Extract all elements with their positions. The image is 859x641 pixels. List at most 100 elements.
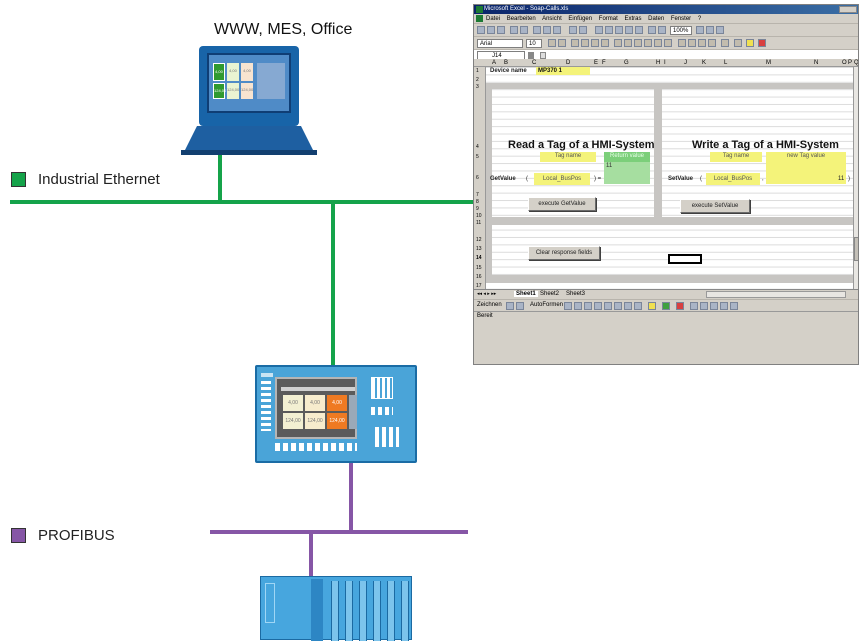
- col-header[interactable]: E: [594, 59, 598, 67]
- read-tag-name[interactable]: Local_BusPos: [534, 173, 590, 185]
- menu-item[interactable]: ?: [698, 16, 701, 22]
- decimal-dec-icon[interactable]: [708, 39, 716, 47]
- picture-icon[interactable]: [634, 302, 642, 310]
- decimal-inc-icon[interactable]: [698, 39, 706, 47]
- row-header[interactable]: 10: [476, 213, 482, 219]
- zoom-out-icon[interactable]: [706, 26, 714, 34]
- autoshapes-menu[interactable]: AutoFormen: [530, 302, 563, 308]
- row-header[interactable]: 3: [476, 84, 479, 90]
- row-header[interactable]: 16: [476, 274, 482, 280]
- col-header[interactable]: B: [504, 59, 508, 67]
- col-header[interactable]: A: [492, 59, 496, 67]
- menu-item[interactable]: Einfügen: [568, 16, 592, 22]
- arrow-icon[interactable]: [574, 302, 582, 310]
- fill-color-icon[interactable]: [746, 39, 754, 47]
- preview-icon[interactable]: [520, 26, 528, 34]
- font-select[interactable]: Arial: [477, 39, 523, 48]
- row-header[interactable]: 4: [476, 144, 479, 150]
- tab-sheet3[interactable]: Sheet3: [566, 291, 585, 297]
- col-header[interactable]: H: [656, 59, 660, 67]
- tab-nav-icon[interactable]: ◂◂ ◂ ▸ ▸▸: [477, 291, 496, 297]
- col-header[interactable]: I: [664, 59, 666, 67]
- textbox-icon[interactable]: [604, 302, 612, 310]
- chart-icon[interactable]: [648, 26, 656, 34]
- read-tag-name-header[interactable]: Tag name: [540, 152, 596, 162]
- row-header[interactable]: 11: [476, 220, 481, 226]
- write-tag-name[interactable]: Local_BusPos: [706, 173, 760, 185]
- shrink-font-icon[interactable]: [558, 39, 566, 47]
- menu-item[interactable]: Format: [599, 16, 618, 22]
- row-header[interactable]: 13: [476, 246, 482, 252]
- tab-sheet1[interactable]: Sheet1: [514, 291, 538, 297]
- read-return-value-header[interactable]: Return value: [604, 152, 650, 162]
- col-header[interactable]: L: [724, 59, 727, 67]
- line-style-icon[interactable]: [690, 302, 698, 310]
- menu-item[interactable]: Datei: [486, 16, 500, 22]
- col-header[interactable]: O: [842, 59, 847, 67]
- thousands-icon[interactable]: [688, 39, 696, 47]
- row-header[interactable]: 14: [476, 255, 482, 261]
- selected-cell[interactable]: [668, 254, 702, 264]
- col-header[interactable]: F: [602, 59, 606, 67]
- rectangle-icon[interactable]: [584, 302, 592, 310]
- row-header[interactable]: 9: [476, 206, 479, 212]
- font-size-select[interactable]: 10: [526, 39, 542, 48]
- execute-setvalue-button[interactable]: execute SetValue: [680, 199, 750, 213]
- row-header[interactable]: 15: [476, 265, 482, 271]
- dash-style-icon[interactable]: [700, 302, 708, 310]
- scroll-thumb[interactable]: [854, 237, 858, 261]
- shadow-icon[interactable]: [720, 302, 728, 310]
- menu-item[interactable]: Bearbeiten: [507, 16, 536, 22]
- redo-icon[interactable]: [579, 26, 587, 34]
- font-color-icon[interactable]: [758, 39, 766, 47]
- col-header[interactable]: P: [848, 59, 852, 67]
- menu-item[interactable]: Extras: [624, 16, 641, 22]
- sort-desc-icon[interactable]: [635, 26, 643, 34]
- write-tag-name-header[interactable]: Tag name: [710, 152, 762, 162]
- zoom-in-icon[interactable]: [696, 26, 704, 34]
- align-right-icon[interactable]: [634, 39, 642, 47]
- border-select-icon[interactable]: [734, 39, 742, 47]
- undo-icon[interactable]: [569, 26, 577, 34]
- grow-font-icon[interactable]: [548, 39, 556, 47]
- col-header[interactable]: K: [702, 59, 706, 67]
- draw-menu[interactable]: Zeichnen: [477, 302, 502, 308]
- arrow-style-icon[interactable]: [710, 302, 718, 310]
- write-new-value[interactable]: 11: [838, 176, 844, 182]
- window-buttons-icon[interactable]: [839, 6, 857, 13]
- read-return-value[interactable]: 11: [604, 162, 650, 184]
- indent-icon[interactable]: [721, 39, 729, 47]
- clear-response-fields-button[interactable]: Clear response fields: [528, 246, 600, 260]
- row-header[interactable]: 1: [476, 68, 479, 74]
- copy-icon[interactable]: [543, 26, 551, 34]
- write-new-value-header[interactable]: new Tag value: [766, 152, 846, 162]
- strike-icon[interactable]: [601, 39, 609, 47]
- zoom-box[interactable]: 100%: [670, 26, 692, 35]
- autosum-icon[interactable]: [605, 26, 613, 34]
- paste-icon[interactable]: [553, 26, 561, 34]
- vertical-scrollbar[interactable]: [853, 67, 858, 289]
- row-header[interactable]: 6: [476, 175, 479, 181]
- col-header[interactable]: Q: [854, 59, 858, 67]
- menu-item[interactable]: Fenster: [671, 16, 691, 22]
- row-header[interactable]: 5: [476, 154, 479, 160]
- menu-item[interactable]: Daten: [648, 16, 664, 22]
- function-icon[interactable]: [615, 26, 623, 34]
- execute-getvalue-button[interactable]: execute GetValue: [528, 197, 596, 211]
- italic-icon[interactable]: [581, 39, 589, 47]
- sort-asc-icon[interactable]: [625, 26, 633, 34]
- row-header[interactable]: 8: [476, 199, 479, 205]
- col-header[interactable]: G: [624, 59, 629, 67]
- clipart-icon[interactable]: [624, 302, 632, 310]
- align-left-icon[interactable]: [614, 39, 622, 47]
- col-header[interactable]: J: [684, 59, 687, 67]
- menu-item[interactable]: Ansicht: [542, 16, 562, 22]
- save-icon[interactable]: [497, 26, 505, 34]
- bold-icon[interactable]: [571, 39, 579, 47]
- tab-sheet2[interactable]: Sheet2: [540, 291, 559, 297]
- excel-window[interactable]: Microsoft Excel - Soap-Calls.xls Datei B…: [473, 4, 859, 365]
- row-header[interactable]: 7: [476, 192, 479, 198]
- cut-icon[interactable]: [533, 26, 541, 34]
- font-color-draw-icon[interactable]: [676, 302, 684, 310]
- new-icon[interactable]: [477, 26, 485, 34]
